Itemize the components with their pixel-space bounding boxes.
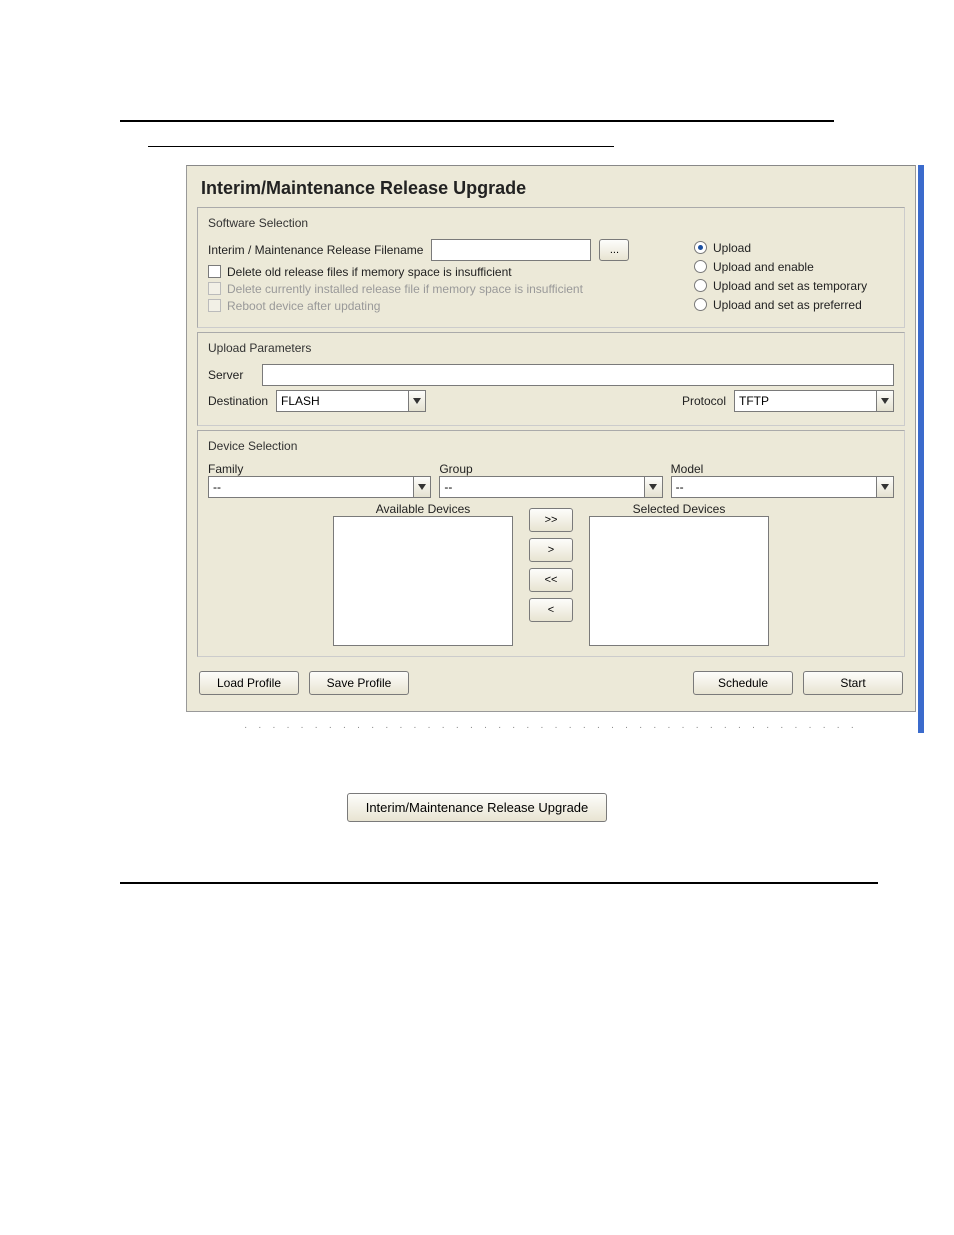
chevron-down-icon [644, 476, 662, 498]
upload-parameters-legend: Upload Parameters [208, 341, 894, 361]
divider-top [120, 120, 834, 122]
radio-upload-temp-row[interactable]: Upload and set as temporary [694, 279, 894, 293]
selected-label: Selected Devices [589, 502, 769, 516]
software-selection-legend: Software Selection [208, 216, 894, 236]
panel-container: Interim/Maintenance Release Upgrade Soft… [186, 165, 924, 733]
chevron-down-icon [876, 390, 894, 412]
radio-upload-enable-label: Upload and enable [713, 260, 814, 274]
available-col: Available Devices [333, 502, 513, 646]
protocol-select[interactable] [734, 390, 894, 412]
family-col: Family [208, 462, 431, 498]
checkbox-icon [208, 282, 221, 295]
available-listbox[interactable] [333, 516, 513, 646]
software-selection-radios: Upload Upload and enable Upload and set … [684, 236, 894, 317]
software-selection-group: Software Selection Interim / Maintenance… [197, 207, 905, 328]
checkbox-delete-old-row[interactable]: Delete old release files if memory space… [208, 265, 684, 279]
radio-icon [694, 260, 707, 273]
transfer-buttons: >> > << < [529, 508, 573, 622]
upgrade-panel: Interim/Maintenance Release Upgrade Soft… [186, 165, 916, 712]
destination-select[interactable] [276, 390, 426, 412]
divider-bottom [120, 882, 878, 884]
nav-button-wrap: Interim/Maintenance Release Upgrade [0, 793, 954, 822]
move-left-button[interactable]: < [529, 598, 573, 622]
server-input[interactable] [262, 364, 894, 386]
filename-input[interactable] [431, 239, 591, 261]
checkbox-reboot-label: Reboot device after updating [227, 299, 380, 313]
checkbox-icon [208, 299, 221, 312]
fgm-row: Family Group Model [208, 462, 894, 498]
server-label: Server [208, 368, 254, 382]
selected-listbox[interactable] [589, 516, 769, 646]
resize-dots: · · · · · · · · · · · · · · · · · · · · … [186, 712, 916, 733]
checkbox-icon [208, 265, 221, 278]
chevron-down-icon [876, 476, 894, 498]
group-col: Group [439, 462, 662, 498]
model-value [671, 476, 876, 498]
filename-label: Interim / Maintenance Release Filename [208, 243, 423, 257]
radio-upload-pref-row[interactable]: Upload and set as preferred [694, 298, 894, 312]
protocol-label: Protocol [682, 394, 726, 408]
radio-upload-row[interactable]: Upload [694, 241, 894, 255]
radio-icon [694, 298, 707, 311]
save-profile-button[interactable]: Save Profile [309, 671, 409, 695]
selected-col: Selected Devices [589, 502, 769, 646]
model-col: Model [671, 462, 894, 498]
model-label: Model [671, 462, 894, 476]
chevron-down-icon [408, 390, 426, 412]
upload-parameters-group: Upload Parameters Server Destination Pro… [197, 332, 905, 426]
dest-protocol-row: Destination Protocol [208, 390, 894, 412]
available-label: Available Devices [333, 502, 513, 516]
schedule-button[interactable]: Schedule [693, 671, 793, 695]
start-button[interactable]: Start [803, 671, 903, 695]
family-select[interactable] [208, 476, 431, 498]
destination-label: Destination [208, 394, 268, 408]
device-selection-legend: Device Selection [208, 439, 894, 459]
model-select[interactable] [671, 476, 894, 498]
load-profile-button[interactable]: Load Profile [199, 671, 299, 695]
device-transfer: Available Devices >> > << < Selected Dev… [208, 502, 894, 646]
destination-value [276, 390, 408, 412]
software-selection-body: Interim / Maintenance Release Filename .… [208, 236, 894, 317]
bottom-left-buttons: Load Profile Save Profile [199, 671, 409, 695]
move-all-right-button[interactable]: >> [529, 508, 573, 532]
radio-upload-temp-label: Upload and set as temporary [713, 279, 867, 293]
interim-maintenance-nav-button[interactable]: Interim/Maintenance Release Upgrade [347, 793, 608, 822]
move-right-button[interactable]: > [529, 538, 573, 562]
checkbox-delete-current-row: Delete currently installed release file … [208, 282, 684, 296]
bottom-right-buttons: Schedule Start [693, 671, 903, 695]
device-selection-group: Device Selection Family Group [197, 430, 905, 657]
panel-title: Interim/Maintenance Release Upgrade [187, 176, 915, 203]
chevron-down-icon [413, 476, 431, 498]
radio-icon [694, 241, 707, 254]
server-row: Server [208, 364, 894, 386]
radio-upload-enable-row[interactable]: Upload and enable [694, 260, 894, 274]
filename-row: Interim / Maintenance Release Filename .… [208, 239, 684, 261]
group-value [439, 476, 644, 498]
browse-button[interactable]: ... [599, 239, 629, 261]
bottom-button-row: Load Profile Save Profile Schedule Start [199, 671, 903, 695]
move-all-left-button[interactable]: << [529, 568, 573, 592]
family-label: Family [208, 462, 431, 476]
checkbox-delete-current-label: Delete currently installed release file … [227, 282, 583, 296]
group-select[interactable] [439, 476, 662, 498]
checkbox-reboot-row: Reboot device after updating [208, 299, 684, 313]
family-value [208, 476, 413, 498]
protocol-value [734, 390, 876, 412]
checkbox-delete-old-label: Delete old release files if memory space… [227, 265, 512, 279]
radio-upload-pref-label: Upload and set as preferred [713, 298, 862, 312]
group-label: Group [439, 462, 662, 476]
radio-icon [694, 279, 707, 292]
radio-upload-label: Upload [713, 241, 751, 255]
software-selection-left: Interim / Maintenance Release Filename .… [208, 236, 684, 317]
divider-sub [148, 146, 614, 147]
